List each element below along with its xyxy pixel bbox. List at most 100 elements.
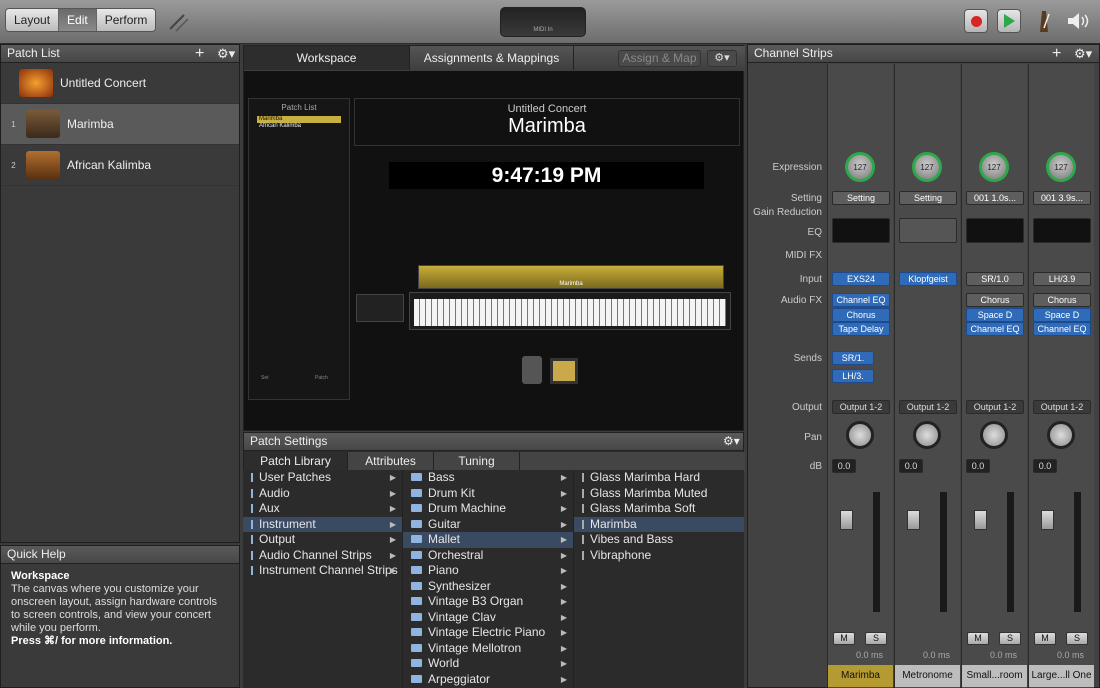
play-button[interactable] [997, 9, 1021, 33]
list-item[interactable]: User Patches ▶ [243, 470, 402, 486]
audio-fx-slot[interactable]: Channel EQ [966, 322, 1024, 336]
tab-assignments[interactable]: Assignments & Mappings [410, 46, 574, 70]
tab-tuning[interactable]: Tuning [434, 452, 520, 471]
list-item[interactable]: Audio Channel Strips ▶ [243, 548, 402, 564]
volume-fader[interactable] [974, 510, 987, 530]
eq-display[interactable] [1033, 218, 1091, 243]
list-item[interactable]: Vibraphone [574, 548, 744, 564]
solo-button[interactable]: S [865, 632, 887, 645]
volume-fader[interactable] [1041, 510, 1054, 530]
volume-fader[interactable] [907, 510, 920, 530]
setting-button[interactable]: 001 3.9s... [1033, 191, 1091, 205]
audio-fx-slot[interactable]: Tape Delay [832, 322, 890, 336]
audio-fx-slot[interactable]: Space D [1033, 308, 1091, 322]
list-item[interactable]: Arpeggiator ▶ [403, 672, 573, 688]
add-strip-icon[interactable]: + [1052, 45, 1061, 63]
mute-button[interactable]: M [833, 632, 855, 645]
list-item[interactable]: Audio ▶ [243, 486, 402, 502]
list-item[interactable]: Guitar ▶ [403, 517, 573, 533]
list-item[interactable]: Output ▶ [243, 532, 402, 548]
workspace-gear-icon[interactable]: ⚙▾ [707, 50, 737, 67]
tab-patch-library[interactable]: Patch Library [244, 452, 348, 471]
list-item[interactable]: Drum Machine ▶ [403, 501, 573, 517]
output-slot[interactable]: Output 1-2 [832, 400, 890, 414]
strip-name[interactable]: Marimba [828, 665, 893, 687]
patch-row-kalimba[interactable]: 2 African Kalimba [1, 145, 239, 186]
list-item[interactable]: Vintage B3 Organ ▶ [403, 594, 573, 610]
output-slot[interactable]: Output 1-2 [966, 400, 1024, 414]
send-slot[interactable]: SR/1. [832, 351, 874, 365]
perform-mode-button[interactable]: Perform [96, 9, 156, 31]
input-slot[interactable]: SR/1.0 [966, 272, 1024, 286]
list-item-selected[interactable]: Mallet ▶ [403, 532, 573, 548]
strips-gear-icon[interactable]: ⚙▾ [1074, 46, 1092, 62]
assign-map-button[interactable]: Assign & Map [618, 50, 701, 67]
setting-button[interactable]: Setting [899, 191, 957, 205]
patch-picker-icon[interactable] [550, 358, 578, 384]
list-item[interactable]: Bass ▶ [403, 470, 573, 486]
list-item-selected[interactable]: Marimba [574, 516, 744, 532]
list-item[interactable]: Synthesizer ▶ [403, 579, 573, 595]
audio-fx-slot[interactable]: Chorus [1033, 293, 1091, 307]
input-slot[interactable]: Klopfgeist [899, 272, 957, 286]
audio-fx-slot[interactable]: Channel EQ [1033, 322, 1091, 336]
eq-display[interactable] [966, 218, 1024, 243]
patch-row-marimba[interactable]: 1 Marimba [1, 104, 239, 145]
list-item[interactable]: Glass Marimba Soft [574, 501, 744, 517]
pan-knob[interactable] [980, 421, 1008, 449]
audio-fx-slot[interactable]: Chorus [832, 308, 890, 322]
mute-button[interactable]: M [1034, 632, 1056, 645]
audio-fx-slot[interactable]: Space D [966, 308, 1024, 322]
list-item[interactable]: Vintage Mellotron ▶ [403, 641, 573, 657]
solo-button[interactable]: S [999, 632, 1021, 645]
strip-name[interactable]: Small...room [962, 665, 1027, 687]
strip-name[interactable]: Metronome [895, 665, 960, 687]
list-item[interactable]: Orchestral ▶ [403, 548, 573, 564]
output-slot[interactable]: Output 1-2 [1033, 400, 1091, 414]
mini-patch-list[interactable]: Patch List Marimba African Kalimba Set P… [248, 98, 350, 400]
tab-workspace[interactable]: Workspace [244, 46, 410, 70]
list-item[interactable]: Vibes and Bass [574, 532, 744, 548]
expression-knob[interactable]: 127 [1046, 152, 1076, 182]
output-slot[interactable]: Output 1-2 [899, 400, 957, 414]
pedal-icon[interactable] [522, 356, 542, 384]
eq-display[interactable] [832, 218, 890, 243]
edit-mode-button[interactable]: Edit [59, 9, 97, 31]
list-item[interactable]: Glass Marimba Hard [574, 470, 744, 486]
input-slot[interactable]: EXS24 [832, 272, 890, 286]
solo-button[interactable]: S [1066, 632, 1088, 645]
list-item-selected[interactable]: Instrument ▶ [243, 516, 402, 532]
setting-button[interactable]: Setting [832, 191, 890, 205]
concert-row[interactable]: Untitled Concert [1, 63, 239, 104]
send-slot[interactable]: LH/3. [832, 369, 874, 383]
volume-icon[interactable] [1066, 10, 1092, 32]
keyboard-control[interactable] [409, 292, 731, 330]
setting-button[interactable]: 001 1.0s... [966, 191, 1024, 205]
metronome-icon[interactable] [1035, 8, 1053, 34]
list-item[interactable]: Vintage Electric Piano ▶ [403, 625, 573, 641]
volume-fader[interactable] [840, 510, 853, 530]
mute-button[interactable]: M [967, 632, 989, 645]
expression-knob[interactable]: 127 [979, 152, 1009, 182]
strip-name[interactable]: Large...ll One [1029, 665, 1094, 687]
audio-fx-slot[interactable]: Chorus [966, 293, 1024, 307]
list-item[interactable]: Drum Kit ▶ [403, 486, 573, 502]
expression-knob[interactable]: 127 [845, 152, 875, 182]
list-item[interactable]: Instrument Channel Strips ▶ [243, 563, 402, 579]
pan-knob[interactable] [913, 421, 941, 449]
pan-knob[interactable] [1047, 421, 1075, 449]
gear-icon[interactable]: ⚙▾ [217, 45, 235, 62]
add-patch-icon[interactable]: + [195, 45, 204, 62]
eq-display[interactable] [899, 218, 957, 243]
expression-knob[interactable]: 127 [912, 152, 942, 182]
settings-gear-icon[interactable]: ⚙▾ [723, 434, 740, 448]
audio-fx-slot[interactable]: Channel EQ [832, 293, 890, 307]
pan-knob[interactable] [846, 421, 874, 449]
list-item[interactable]: Glass Marimba Muted [574, 486, 744, 502]
list-item[interactable]: Aux ▶ [243, 501, 402, 517]
layout-mode-button[interactable]: Layout [6, 9, 60, 31]
list-item[interactable]: World ▶ [403, 656, 573, 672]
tuner-icon[interactable] [166, 9, 190, 33]
list-item[interactable]: Piano ▶ [403, 563, 573, 579]
record-button[interactable] [964, 9, 988, 33]
